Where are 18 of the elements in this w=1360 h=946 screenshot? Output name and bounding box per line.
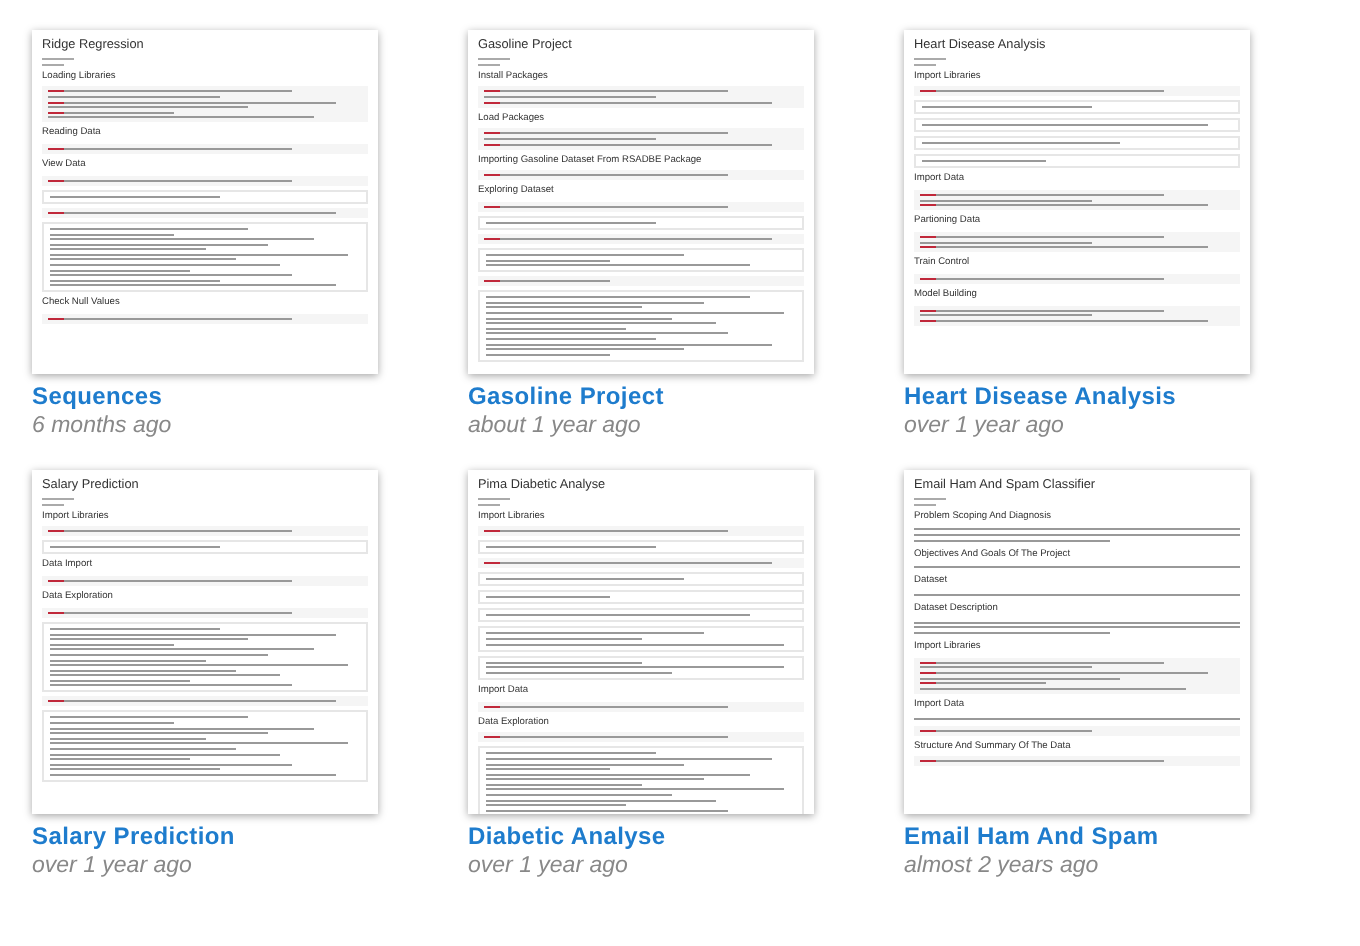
- byline-drawing: [478, 497, 510, 506]
- byline-drawing: [42, 57, 74, 66]
- updated-time: about 1 year ago: [468, 412, 641, 442]
- project-title-link[interactable]: Gasoline Project: [468, 382, 664, 412]
- project-title-link[interactable]: Diabetic Analyse: [468, 822, 666, 852]
- byline-drawing: [914, 57, 946, 66]
- project-title-link[interactable]: Salary Prediction: [32, 822, 235, 852]
- project-title-link[interactable]: Sequences: [32, 382, 163, 412]
- byline-drawing: [42, 497, 74, 506]
- updated-time: over 1 year ago: [468, 852, 628, 882]
- project-title-link[interactable]: Heart Disease Analysis: [904, 382, 1177, 412]
- updated-time: over 1 year ago: [904, 412, 1064, 442]
- updated-time: 6 months ago: [32, 412, 172, 442]
- byline-drawing: [478, 57, 510, 66]
- project-title-link[interactable]: Email Ham And Spam: [904, 822, 1159, 852]
- updated-time: over 1 year ago: [32, 852, 192, 882]
- byline-drawing: [914, 497, 946, 506]
- updated-time: almost 2 years ago: [904, 852, 1099, 882]
